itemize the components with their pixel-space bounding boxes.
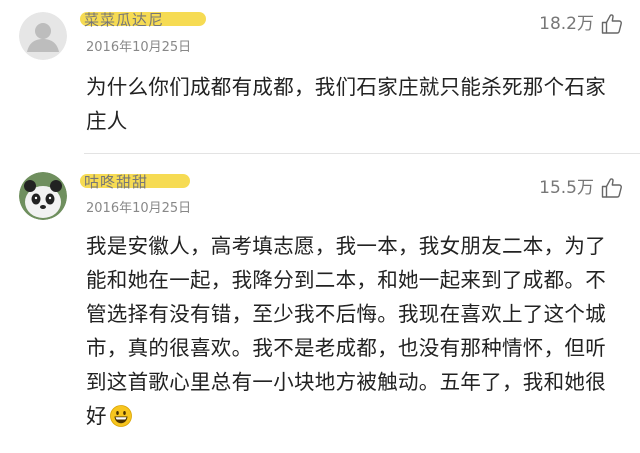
comment-text-content: 我是安徽人，高考填志愿，我一本，我女朋友二本，为了能和她在一起，我降分到二本，和… (86, 234, 606, 428)
comment-item-1: 菜菜瓜达尼 2016年10月25日 18.2万 为什么你们成都有成都，我们石家庄… (0, 0, 640, 154)
comment-username[interactable]: 菜菜瓜达尼 (80, 10, 206, 30)
panda-avatar[interactable] (19, 172, 67, 220)
like-count: 18.2万 (539, 14, 594, 34)
grinning-face-emoji (109, 405, 132, 427)
like-button[interactable]: 18.2万 (539, 12, 624, 36)
thumbs-up-icon (601, 14, 622, 34)
comment-date: 2016年10月25日 (86, 40, 192, 55)
comment-text: 我是安徽人，高考填志愿，我一本，我女朋友二本，为了能和她在一起，我降分到二本，和… (86, 229, 622, 433)
comment-date: 2016年10月25日 (86, 201, 192, 216)
default-avatar-icon[interactable] (19, 12, 67, 60)
comment-text: 为什么你们成都有成都，我们石家庄就只能杀死那个石家庄人 (86, 75, 606, 133)
comment-username[interactable]: 咕咚甜甜 (80, 172, 190, 192)
like-button[interactable]: 15.5万 (539, 176, 624, 200)
comment-item-2: 咕咚甜甜 2016年10月25日 15.5万 我是安徽人，高考填志愿，我一本，我… (0, 154, 640, 453)
thumbs-up-icon (601, 178, 622, 198)
like-count: 15.5万 (539, 178, 594, 198)
